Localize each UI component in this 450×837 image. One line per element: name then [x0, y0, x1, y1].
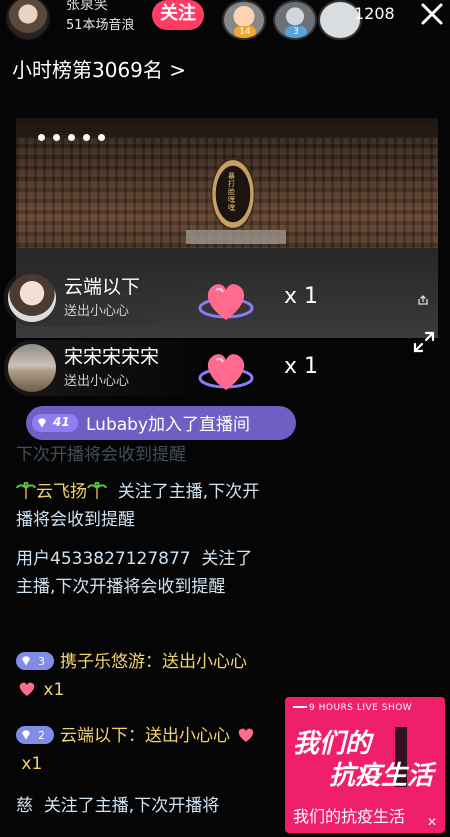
palm-tree-icon [87, 482, 107, 499]
host-avatar[interactable] [6, 0, 50, 40]
level-badge: 3 [16, 652, 54, 670]
gift-action: 送出小心心 [64, 374, 130, 389]
level-badge: 41 [32, 414, 78, 432]
level-badge: 2 [16, 726, 54, 744]
chat-username[interactable]: 云端以下： [60, 726, 145, 746]
carousel-dot[interactable] [38, 134, 45, 141]
heart-gift-icon [198, 284, 254, 320]
host-info[interactable]: 张泉笑 51本场音浪 关注 [6, 0, 226, 40]
viewer-rank-badge: 14 [234, 26, 256, 38]
join-text: Lubaby加入了直播间 [86, 415, 251, 435]
video-bench [186, 230, 286, 244]
video-plaque: 暴打脸嘿嘿 [211, 158, 255, 230]
heart-icon [19, 682, 35, 696]
chat-message[interactable]: 3 携子乐悠游：送出小心心 x1 [16, 648, 266, 704]
chat-text: 送出小心心 [162, 652, 247, 672]
level-number: 2 [38, 729, 45, 742]
viewer-rank-badge: 3 [285, 26, 307, 38]
diamond-icon [22, 656, 30, 666]
chat-username[interactable]: 用户4533827127877 [16, 549, 191, 569]
viewer-count[interactable]: 1208 [354, 4, 395, 23]
chat-message[interactable]: 2 云端以下：送出小心心 x1 [16, 722, 266, 778]
hourly-rank[interactable]: 小时榜第3069名 > [12, 54, 186, 83]
palm-tree-icon [16, 482, 36, 499]
close-icon[interactable] [418, 0, 446, 28]
gift-count: x1 [43, 680, 65, 700]
chat-text: 送出小心心 [145, 726, 230, 746]
viewer-avatar[interactable]: 14 [222, 0, 266, 40]
promo-title-line2: 抗疫生活 [329, 761, 434, 791]
chat-message[interactable]: 用户4533827127877 关注了主播,下次开播将会收到提醒 [16, 545, 266, 601]
level-number: 3 [38, 655, 45, 668]
chat-message[interactable]: 云飞扬 关注了主播,下次开播将会收到提醒 [16, 478, 266, 534]
heart-icon [239, 728, 254, 742]
promo-subtitle: 我们的抗疫生活 [293, 807, 406, 826]
host-subtitle: 51本场音浪 [66, 18, 135, 33]
chat-username[interactable]: 云飞扬 [36, 482, 87, 502]
carousel-dot[interactable] [98, 134, 105, 141]
diamond-icon [38, 418, 46, 428]
top-bar: 张泉笑 51本场音浪 关注 14 3 1208 [0, 0, 450, 42]
gift-count: x1 [21, 754, 43, 774]
gift-count: x 1 [284, 354, 319, 379]
chat-message-partial: 下次开播将会收到提醒 [16, 445, 186, 465]
follow-button[interactable]: 关注 [152, 0, 204, 30]
gift-action: 送出小心心 [64, 304, 130, 319]
live-stream-screen: 张泉笑 51本场音浪 关注 14 3 1208 小时榜第3069名 > 暴打脸嘿… [0, 0, 450, 837]
gift-sender-name: 宋宋宋宋宋 [64, 346, 160, 368]
join-notice: 41 Lubaby加入了直播间 [26, 406, 296, 440]
promo-close-icon[interactable]: ✕ [427, 815, 437, 829]
host-name: 张泉笑 [66, 0, 108, 13]
gift-sender-name: 云端以下 [64, 276, 141, 298]
avatar[interactable] [8, 274, 56, 322]
chat-username[interactable]: 慈 [16, 796, 33, 816]
level-number: 41 [53, 415, 70, 429]
gift-count: x 1 [284, 284, 319, 309]
viewer-avatar[interactable]: 3 [273, 0, 317, 40]
chat-message[interactable]: 慈 关注了主播,下次开播将 [16, 792, 276, 820]
promo-card[interactable]: 9 HOURS LIVE SHOW 我们的 抗疫生活 我们的抗疫生活 ✕ [285, 697, 445, 833]
promo-tagline: 9 HOURS LIVE SHOW [309, 703, 413, 713]
carousel-dot[interactable] [83, 134, 90, 141]
diamond-icon [22, 730, 30, 740]
carousel-dot[interactable] [68, 134, 75, 141]
avatar[interactable] [8, 344, 56, 392]
gift-notice: 云端以下 送出小心心 x 1 [4, 270, 444, 330]
chat-text: 关注了主播,下次开播将 [43, 796, 220, 816]
plaque-text: 暴打脸嘿嘿 [228, 172, 235, 212]
chat-username[interactable]: 携子乐悠游： [60, 652, 162, 672]
heart-gift-icon [198, 354, 254, 390]
carousel-dot[interactable] [53, 134, 60, 141]
promo-divider [293, 706, 307, 708]
carousel-dots[interactable] [38, 126, 113, 145]
gift-notice: 宋宋宋宋宋 送出小心心 x 1 [4, 340, 444, 400]
